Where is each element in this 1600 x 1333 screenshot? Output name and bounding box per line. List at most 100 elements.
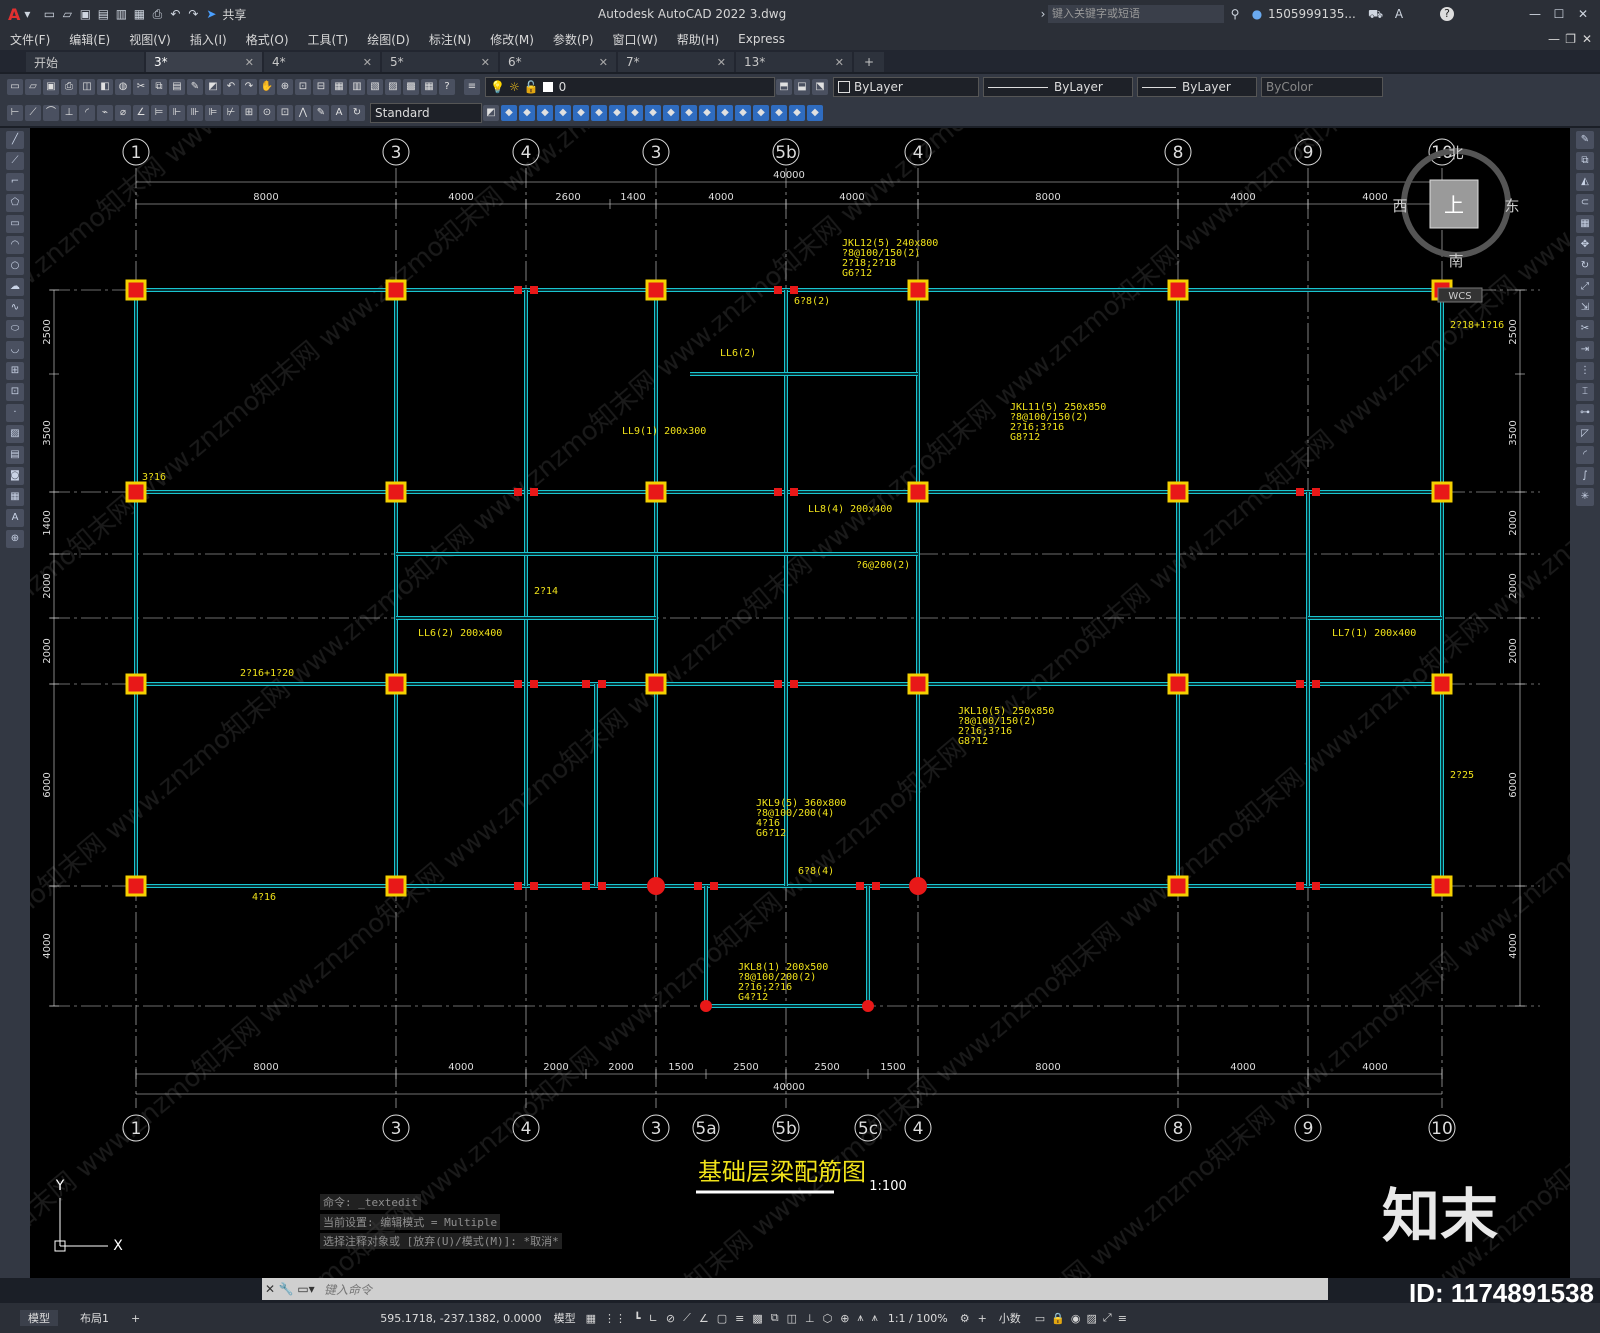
break-icon[interactable]: ⌶ xyxy=(1576,383,1594,401)
polygon-icon[interactable]: ⬠ xyxy=(6,194,24,212)
design-center-icon[interactable]: ▥ xyxy=(349,79,365,95)
tab-model[interactable]: 模型 xyxy=(20,1310,58,1326)
open-icon[interactable]: ▱ xyxy=(60,7,74,21)
snap-icon[interactable]: ⋮⋮ xyxy=(604,1312,626,1325)
menu-dimension[interactable]: 标注(N) xyxy=(429,31,471,48)
viewcube-west[interactable]: 西 xyxy=(1392,197,1407,215)
menu-insert[interactable]: 插入(I) xyxy=(190,31,227,48)
quick-dim-icon[interactable]: ⊨ xyxy=(151,105,167,121)
wcs-label[interactable]: WCS xyxy=(1448,291,1471,302)
doc-restore-icon[interactable]: ❐ xyxy=(1565,32,1576,46)
ordinate-dim-icon[interactable]: ⊥ xyxy=(61,105,77,121)
3d-osnap-icon[interactable]: ◫ xyxy=(787,1312,797,1325)
save-icon[interactable]: ▣ xyxy=(43,79,59,95)
angular-dim-icon[interactable]: ∠ xyxy=(133,105,149,121)
user-name[interactable]: 1505999135... xyxy=(1268,7,1356,21)
close-tab-icon[interactable]: ✕ xyxy=(835,56,844,69)
view-icon-1[interactable]: ◆ xyxy=(501,105,517,121)
tab-3[interactable]: 3* ✕ xyxy=(146,52,262,72)
zoom-realtime-icon[interactable]: ⊕ xyxy=(277,79,293,95)
close-tab-icon[interactable]: ✕ xyxy=(717,56,726,69)
view-icon-7[interactable]: ◆ xyxy=(609,105,625,121)
view-icon-11[interactable]: ◆ xyxy=(681,105,697,121)
calculator-icon[interactable]: ▦ xyxy=(421,79,437,95)
new-icon[interactable]: ▭ xyxy=(7,79,23,95)
tolerance-icon[interactable]: ⊞ xyxy=(241,105,257,121)
view-icon-16[interactable]: ◆ xyxy=(771,105,787,121)
app-logo-icon[interactable]: A xyxy=(8,5,20,24)
plot-icon[interactable]: ⎙ xyxy=(150,7,164,21)
add-selected-icon[interactable]: ⊕ xyxy=(6,530,24,548)
menu-help[interactable]: 帮助(H) xyxy=(677,31,719,48)
dim-style-icon[interactable]: ◩ xyxy=(483,105,499,121)
transparency-icon[interactable]: ▩ xyxy=(752,1312,762,1325)
view-icon-17[interactable]: ◆ xyxy=(789,105,805,121)
help-button[interactable]: ? xyxy=(1440,7,1454,21)
dim-update-icon[interactable]: ↻ xyxy=(349,105,365,121)
add-layout-icon[interactable]: + xyxy=(131,1312,140,1325)
aligned-dim-icon[interactable]: ⟋ xyxy=(25,105,41,121)
offset-icon[interactable]: ⊂ xyxy=(1576,194,1594,212)
view-icon-18[interactable]: ◆ xyxy=(807,105,823,121)
doc-close-icon[interactable]: ✕ xyxy=(1582,32,1592,46)
region-icon[interactable]: ◙ xyxy=(6,467,24,485)
tab-4[interactable]: 4* ✕ xyxy=(264,52,380,72)
circle-icon[interactable]: ○ xyxy=(6,257,24,275)
plotstyle-dropdown[interactable]: ByColor xyxy=(1261,77,1383,97)
menu-parameters[interactable]: 参数(P) xyxy=(553,31,594,48)
close-tab-icon[interactable]: ✕ xyxy=(599,56,608,69)
lineweight-icon[interactable]: ≡ xyxy=(735,1312,744,1325)
view-icon-14[interactable]: ◆ xyxy=(735,105,751,121)
menu-edit[interactable]: 编辑(E) xyxy=(69,31,110,48)
gizmo-icon[interactable]: ⊕ xyxy=(840,1312,849,1325)
recent-commands-icon[interactable]: ▭▾ xyxy=(294,1282,318,1296)
view-icon-9[interactable]: ◆ xyxy=(645,105,661,121)
layer-state-icon[interactable]: ⬔ xyxy=(812,79,828,95)
preview-icon[interactable]: ◫ xyxy=(79,79,95,95)
open-icon[interactable]: ▱ xyxy=(25,79,41,95)
tool-palettes-icon[interactable]: ▧ xyxy=(367,79,383,95)
rectangle-icon[interactable]: ▭ xyxy=(6,215,24,233)
close-tab-icon[interactable]: ✕ xyxy=(245,56,254,69)
cart-icon[interactable]: ⛟ xyxy=(1368,7,1383,21)
layer-previous-icon[interactable]: ⬓ xyxy=(794,79,810,95)
arc-icon[interactable]: ◠ xyxy=(6,236,24,254)
make-current-icon[interactable]: ⬒ xyxy=(776,79,792,95)
mirror-icon[interactable]: ◭ xyxy=(1576,173,1594,191)
linetype-dropdown[interactable]: ByLayer xyxy=(983,77,1133,97)
ellipse-icon[interactable]: ⬭ xyxy=(6,320,24,338)
save-web-icon[interactable]: ▦ xyxy=(132,7,146,21)
infer-icon[interactable]: ┗ xyxy=(634,1312,641,1325)
autoscale-icon[interactable]: ⩚ xyxy=(872,1311,878,1325)
command-input[interactable]: 键入命令 xyxy=(324,1281,372,1298)
mtext-icon[interactable]: A xyxy=(6,509,24,527)
diameter-dim-icon[interactable]: ⌀ xyxy=(115,105,131,121)
close-icon[interactable]: ✕ xyxy=(1576,7,1590,21)
match-properties-icon[interactable]: ✎ xyxy=(187,79,203,95)
open-web-icon[interactable]: ▥ xyxy=(114,7,128,21)
new-icon[interactable]: ▭ xyxy=(42,7,56,21)
plot-icon[interactable]: ⎙ xyxy=(61,79,77,95)
zoom-window-icon[interactable]: ⊡ xyxy=(295,79,311,95)
view-icon-13[interactable]: ◆ xyxy=(717,105,733,121)
annotation-visibility-icon[interactable]: ⩚ xyxy=(857,1311,863,1325)
hardware-accel-icon[interactable]: ▨ xyxy=(1087,1312,1097,1325)
make-block-icon[interactable]: ⊡ xyxy=(6,383,24,401)
insert-block-icon[interactable]: ⊞ xyxy=(6,362,24,380)
menu-format[interactable]: 格式(O) xyxy=(246,31,289,48)
point-icon[interactable]: · xyxy=(6,404,24,422)
properties-icon[interactable]: ▦ xyxy=(331,79,347,95)
share-button[interactable]: 共享 xyxy=(222,6,246,23)
array-icon[interactable]: ▦ xyxy=(1576,215,1594,233)
tab-6[interactable]: 6* ✕ xyxy=(500,52,616,72)
command-line[interactable]: ✕ 🔧 ▭▾ 键入命令 xyxy=(262,1278,1328,1300)
grid-icon[interactable]: ▦ xyxy=(586,1312,596,1325)
trim-icon[interactable]: ✂ xyxy=(1576,320,1594,338)
model-space-button[interactable]: 模型 xyxy=(554,1310,576,1326)
isodraft-icon[interactable]: ⟋ xyxy=(683,1311,691,1325)
stretch-icon[interactable]: ⇲ xyxy=(1576,299,1594,317)
tab-7[interactable]: 7* ✕ xyxy=(618,52,734,72)
continue-dim-icon[interactable]: ⊪ xyxy=(187,105,203,121)
block-editor-icon[interactable]: ◩ xyxy=(205,79,221,95)
hatch-icon[interactable]: ▨ xyxy=(6,425,24,443)
